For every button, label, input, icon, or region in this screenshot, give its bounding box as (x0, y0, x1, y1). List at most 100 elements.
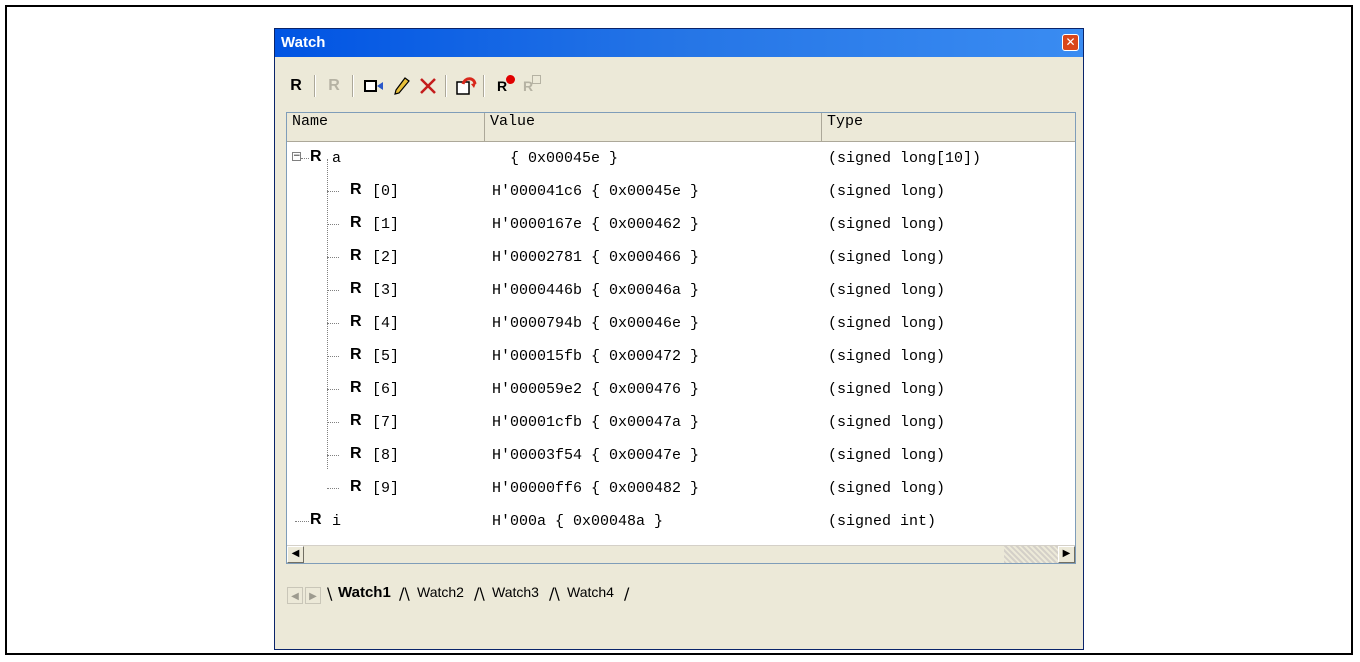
cell-name: [0] (372, 183, 400, 200)
tab-divider: /\ (549, 584, 560, 603)
cell-value: H'00001cfb { 0x00047a } (492, 414, 700, 431)
watch-item-icon: R (350, 478, 362, 495)
watch-item-icon: R (350, 379, 362, 396)
cell-type: (signed long) (828, 447, 946, 464)
scroll-grip[interactable] (1004, 546, 1058, 563)
cell-name: [1] (372, 216, 400, 233)
tab-watch1[interactable]: Watch1 (338, 584, 391, 608)
window-title: Watch (281, 34, 326, 51)
cell-type: (signed long) (828, 315, 946, 332)
table-row[interactable]: R [2] H'00002781 { 0x000466 } (signed long) (287, 242, 1075, 275)
watch-window: Watch ✕ R R R R Name Value Type − R a {… (274, 28, 1084, 650)
tree-connector (327, 191, 339, 192)
cell-name: [2] (372, 249, 400, 266)
cell-name: a (332, 150, 342, 167)
table-row[interactable]: R [1] H'0000167e { 0x000462 } (signed long) (287, 209, 1075, 242)
cell-name: [3] (372, 282, 400, 299)
watch-item-icon: R (350, 412, 362, 429)
watch-item-icon: R (350, 181, 362, 198)
tree-connector (301, 158, 309, 159)
toolbar-separator (314, 75, 316, 97)
column-header: Name Value Type (287, 113, 1075, 142)
column-name-header[interactable]: Name (287, 113, 485, 141)
table-row[interactable]: R [0] H'000041c6 { 0x00045e } (signed long) (287, 176, 1075, 209)
watch-rows: − Ra { 0x00045e } (signed long[10]) R [0] H'0… (287, 143, 1075, 539)
watch-list: Name Value Type − Ra { 0x00045e } (signed … (286, 112, 1076, 564)
cell-name: [4] (372, 315, 400, 332)
watch-item-icon: R (350, 445, 362, 462)
tree-connector (327, 323, 339, 324)
watch-item-icon: R (310, 511, 322, 528)
tree-connector (327, 488, 339, 489)
tree-connector (327, 389, 339, 390)
cell-type: (signed long) (828, 183, 946, 200)
cell-type: (signed long) (828, 216, 946, 233)
tab-bar: ◀ ▶ \ Watch1 /\ Watch2 /\ Watch3 /\ Watc… (286, 584, 1076, 608)
table-row[interactable]: R [5] H'000015fb { 0x000472 } (signed long) (287, 341, 1075, 374)
close-button[interactable]: ✕ (1062, 34, 1079, 51)
toolbar-separator (445, 75, 447, 97)
refresh-icon[interactable] (453, 74, 479, 98)
tab-prev-icon[interactable]: ◀ (287, 587, 303, 604)
pencil-icon[interactable] (389, 74, 415, 98)
title-bar[interactable]: Watch ✕ (275, 29, 1083, 57)
table-row[interactable]: − Ra { 0x00045e } (signed long[10]) (287, 143, 1075, 176)
tab-watch4[interactable]: Watch4 (567, 584, 614, 608)
cell-value: H'00003f54 { 0x00047e } (492, 447, 700, 464)
tree-connector (295, 521, 309, 522)
watch-item-icon: R (350, 313, 362, 330)
camera-icon[interactable] (361, 74, 387, 98)
cell-type: (signed long) (828, 282, 946, 299)
scroll-right-icon[interactable]: ▶ (1058, 546, 1075, 563)
cell-name: [8] (372, 447, 400, 464)
tab-divider: / (624, 584, 630, 603)
table-row[interactable]: R [4] H'0000794b { 0x00046e } (signed long) (287, 308, 1075, 341)
cell-name: [5] (372, 348, 400, 365)
cell-type: (signed int) (828, 513, 937, 530)
tab-watch2[interactable]: Watch2 (417, 584, 464, 608)
remove-watch-icon[interactable]: R (321, 74, 347, 98)
table-row[interactable]: R [3] H'0000446b { 0x00046a } (signed long) (287, 275, 1075, 308)
tab-watch3[interactable]: Watch3 (492, 584, 539, 608)
cell-name: [7] (372, 414, 400, 431)
watch-item-icon: R (350, 280, 362, 297)
cell-value: H'000059e2 { 0x000476 } (492, 381, 700, 398)
cell-value: H'0000446b { 0x00046a } (492, 282, 700, 299)
watch-item-icon: R (350, 214, 362, 231)
add-watch-icon[interactable]: R (283, 74, 309, 98)
tree-connector (327, 422, 339, 423)
cell-value: H'000015fb { 0x000472 } (492, 348, 700, 365)
cell-type: (signed long) (828, 249, 946, 266)
column-value-header[interactable]: Value (485, 113, 822, 141)
delete-icon[interactable] (415, 74, 441, 98)
record-icon[interactable]: R (489, 74, 516, 98)
cell-type: (signed long[10]) (828, 150, 982, 167)
column-type-header[interactable]: Type (822, 113, 1077, 141)
cell-value: H'00002781 { 0x000466 } (492, 249, 700, 266)
cell-value: H'00000ff6 { 0x000482 } (492, 480, 700, 497)
watch-item-icon: R (350, 247, 362, 264)
cell-value: H'000041c6 { 0x00045e } (492, 183, 700, 200)
collapse-toggle-icon[interactable]: − (292, 152, 301, 161)
cell-value: { 0x00045e } (492, 150, 619, 167)
cell-name: [9] (372, 480, 400, 497)
tab-next-icon[interactable]: ▶ (305, 587, 321, 604)
table-row[interactable]: R [8] H'00003f54 { 0x00047e } (signed long) (287, 440, 1075, 473)
horizontal-scrollbar[interactable]: ◀ ▶ (287, 545, 1075, 563)
cell-type: (signed long) (828, 381, 946, 398)
cell-value: H'0000167e { 0x000462 } (492, 216, 700, 233)
scroll-left-icon[interactable]: ◀ (287, 546, 304, 563)
toolbar: R R R R (277, 70, 1081, 102)
cell-type: (signed long) (828, 348, 946, 365)
cell-type: (signed long) (828, 480, 946, 497)
tab-divider: /\ (399, 584, 410, 603)
tree-connector (327, 356, 339, 357)
table-row[interactable]: Ri H'000a { 0x00048a } (signed int) (287, 506, 1075, 539)
cell-name: [6] (372, 381, 400, 398)
table-row[interactable]: R [9] H'00000ff6 { 0x000482 } (signed long) (287, 473, 1075, 506)
table-row[interactable]: R [6] H'000059e2 { 0x000476 } (signed long) (287, 374, 1075, 407)
cell-type: (signed long) (828, 414, 946, 431)
table-row[interactable]: R [7] H'00001cfb { 0x00047a } (signed long) (287, 407, 1075, 440)
record-disabled-icon[interactable]: R (515, 74, 542, 98)
toolbar-separator (483, 75, 485, 97)
